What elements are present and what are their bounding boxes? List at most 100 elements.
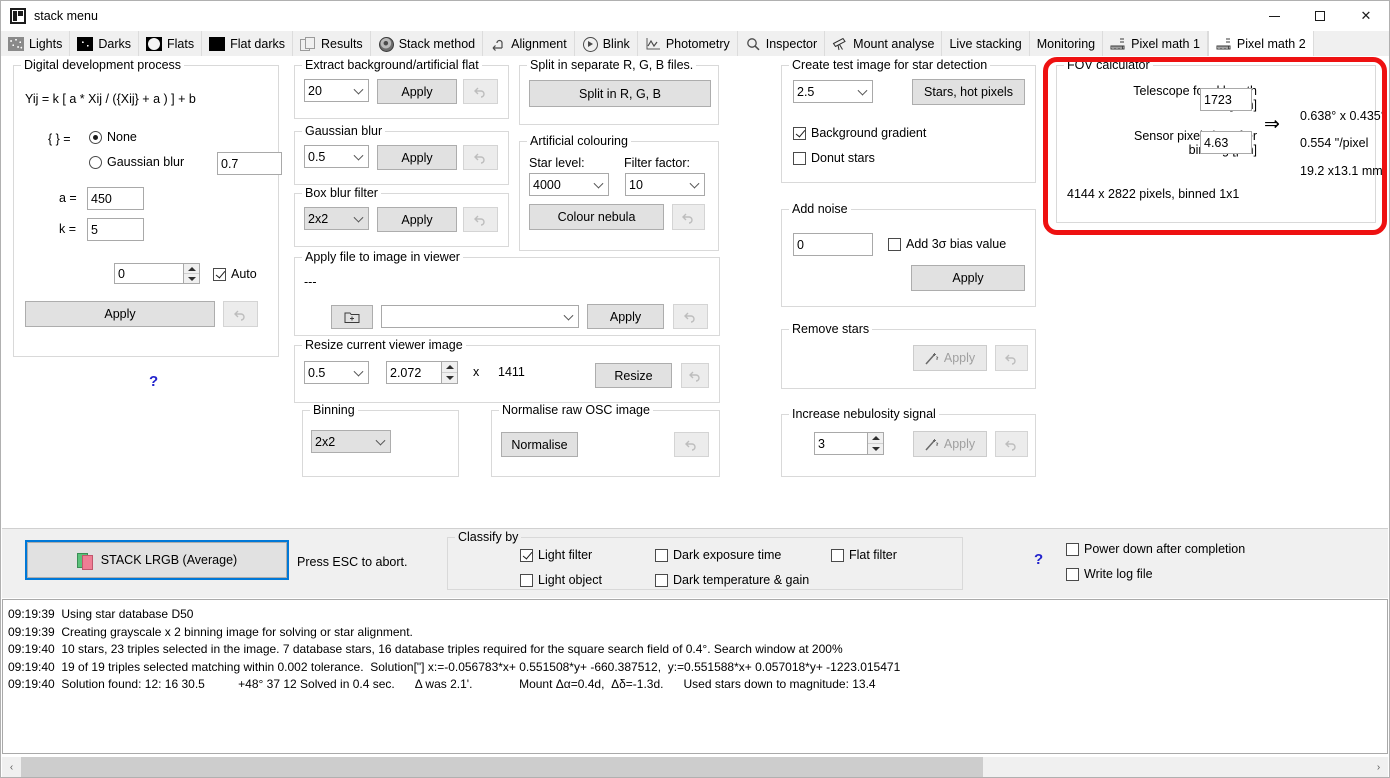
split-rgb-button[interactable]: Split in R, G, B [529,80,711,107]
radio-none[interactable]: None [89,130,137,144]
a-input[interactable]: 450 [87,187,144,210]
scrollbar-track[interactable] [21,757,1369,777]
nebulosity-undo-button[interactable] [995,431,1028,457]
gaussian-blur-combo[interactable]: 0.5 [304,145,369,168]
b-spinner[interactable] [184,263,200,284]
nebulosity-title: Increase nebulosity signal [789,407,939,421]
tab-mount-analyse[interactable]: Mount analyse [825,31,943,56]
b-input[interactable]: 0 [114,263,184,284]
resize-width-spinner-up[interactable] [442,362,457,373]
star-level-combo[interactable]: 4000 [529,173,609,196]
gaussian-blur-apply-button[interactable]: Apply [377,145,457,170]
horizontal-scrollbar[interactable]: ‹ › [2,757,1388,777]
remove-stars-apply-button[interactable]: Apply [913,345,987,371]
colour-nebula-button[interactable]: Colour nebula [529,204,664,230]
extract-background-undo-button[interactable] [463,79,498,104]
add-noise-apply-button[interactable]: Apply [911,265,1025,291]
lights-icon [8,36,24,51]
tab-photometry[interactable]: Photometry [637,31,738,56]
write-log-checkbox[interactable]: Write log file [1066,567,1153,581]
resize-undo-button[interactable] [681,363,709,388]
extract-background-apply-button[interactable]: Apply [377,79,457,104]
tab-alignment[interactable]: Alignment [483,31,575,56]
tab-live-stacking[interactable]: Live stacking [942,31,1030,56]
tab-blink[interactable]: Blink [574,31,638,56]
tab-stack-method[interactable]: Stack method [370,31,484,56]
ddp-undo-button[interactable] [223,301,258,327]
classify-light-object[interactable]: Light object [520,573,602,587]
classify-flat-filter[interactable]: Flat filter [831,548,897,562]
minimize-button[interactable] [1251,1,1297,31]
classify-dark-temperature[interactable]: Dark temperature & gain [655,573,809,587]
test-image-combo[interactable]: 2.5 [793,80,873,103]
nebulosity-spinner[interactable] [868,432,884,455]
close-button[interactable]: ✕ [1343,1,1389,31]
gaussian-blur-undo-button[interactable] [463,145,498,170]
fov-sensor-info: 4144 x 2822 pixels, binned 1x1 [1067,187,1240,201]
log-output[interactable]: 09:19:39 Using star database D50 09:19:3… [2,599,1388,754]
nebulosity-apply-button[interactable]: Apply [913,431,987,457]
tab-inspector[interactable]: Inspector [737,31,826,56]
stack-lrgb-button[interactable]: STACK LRGB (Average) [25,540,289,580]
extract-background-combo[interactable]: 20 [304,79,369,102]
tab-pixel-math-1[interactable]: Pixel math 1 [1103,31,1208,56]
resize-width-spinner[interactable] [442,361,458,384]
box-blur-combo[interactable]: 2x2 [304,207,369,230]
apply-file-undo-button[interactable] [673,304,708,329]
classify-dark-exposure[interactable]: Dark exposure time [655,548,781,562]
gaussian-blur-input[interactable]: 0.7 [217,152,282,175]
remove-stars-undo-button[interactable] [995,345,1028,371]
normalise-button[interactable]: Normalise [501,432,578,457]
binning-group: Binning 2x2 [302,403,459,477]
ddp-apply-button[interactable]: Apply [25,301,215,327]
tab-flats[interactable]: Flats [139,31,203,56]
box-blur-apply-button[interactable]: Apply [377,207,457,232]
normalise-undo-button[interactable] [674,432,709,457]
apply-file-combo[interactable] [381,305,579,328]
focal-length-input[interactable]: 1723 [1200,88,1252,111]
resize-width-spinner-down[interactable] [442,373,457,383]
add-noise-input[interactable]: 0 [793,233,873,256]
power-down-checkbox[interactable]: Power down after completion [1066,542,1245,556]
bottom-help-link[interactable]: ? [1034,551,1043,568]
classify-light-filter[interactable]: Light filter [520,548,592,562]
auto-checkbox[interactable]: Auto [213,267,257,281]
apply-file-browse-button[interactable] [331,305,373,329]
background-gradient-checkbox[interactable]: Background gradient [793,126,926,140]
bias-value-label: Add 3σ bias value [906,237,1007,251]
nebulosity-input[interactable]: 3 [814,432,868,455]
b-spinner-up[interactable] [184,264,199,274]
pixel-size-input[interactable]: 4.63 [1200,131,1252,154]
magic-wand-icon [925,438,939,450]
box-blur-undo-button[interactable] [463,207,498,232]
ddp-help-link[interactable]: ? [149,373,158,390]
nebulosity-spinner-down[interactable] [868,444,883,454]
tab-darks[interactable]: Darks [70,31,140,56]
tab-pixel-math-2[interactable]: Pixel math 2 [1207,31,1314,56]
tab-label: Lights [29,36,63,51]
tab-lights[interactable]: Lights [1,31,71,56]
resize-width-input[interactable]: 2.072 [386,361,442,384]
apply-file-apply-button[interactable]: Apply [587,304,664,329]
bias-value-checkbox[interactable]: Add 3σ bias value [888,237,1006,251]
scroll-left-arrow-icon[interactable]: ‹ [2,757,21,777]
donut-stars-checkbox[interactable]: Donut stars [793,151,875,165]
k-input[interactable]: 5 [87,218,144,241]
scrollbar-thumb[interactable] [21,757,983,777]
tab-monitoring[interactable]: Monitoring [1029,31,1104,56]
b-spinner-down[interactable] [184,274,199,283]
tab-results[interactable]: Results [293,31,371,56]
stars-hot-pixels-button[interactable]: Stars, hot pixels [912,79,1025,105]
star-level-value: 4000 [533,177,561,192]
scroll-right-arrow-icon[interactable]: › [1369,757,1388,777]
filter-factor-combo[interactable]: 10 [625,173,705,196]
maximize-button[interactable] [1297,1,1343,31]
radio-gaussian-blur[interactable]: Gaussian blur [89,155,184,169]
colour-nebula-undo-button[interactable] [672,204,705,230]
binning-combo[interactable]: 2x2 [311,430,391,453]
stack-method-icon [378,36,394,52]
resize-button[interactable]: Resize [595,363,672,388]
resize-factor-combo[interactable]: 0.5 [304,361,369,384]
nebulosity-spinner-up[interactable] [868,433,883,444]
tab-flat-darks[interactable]: Flat darks [202,31,293,56]
